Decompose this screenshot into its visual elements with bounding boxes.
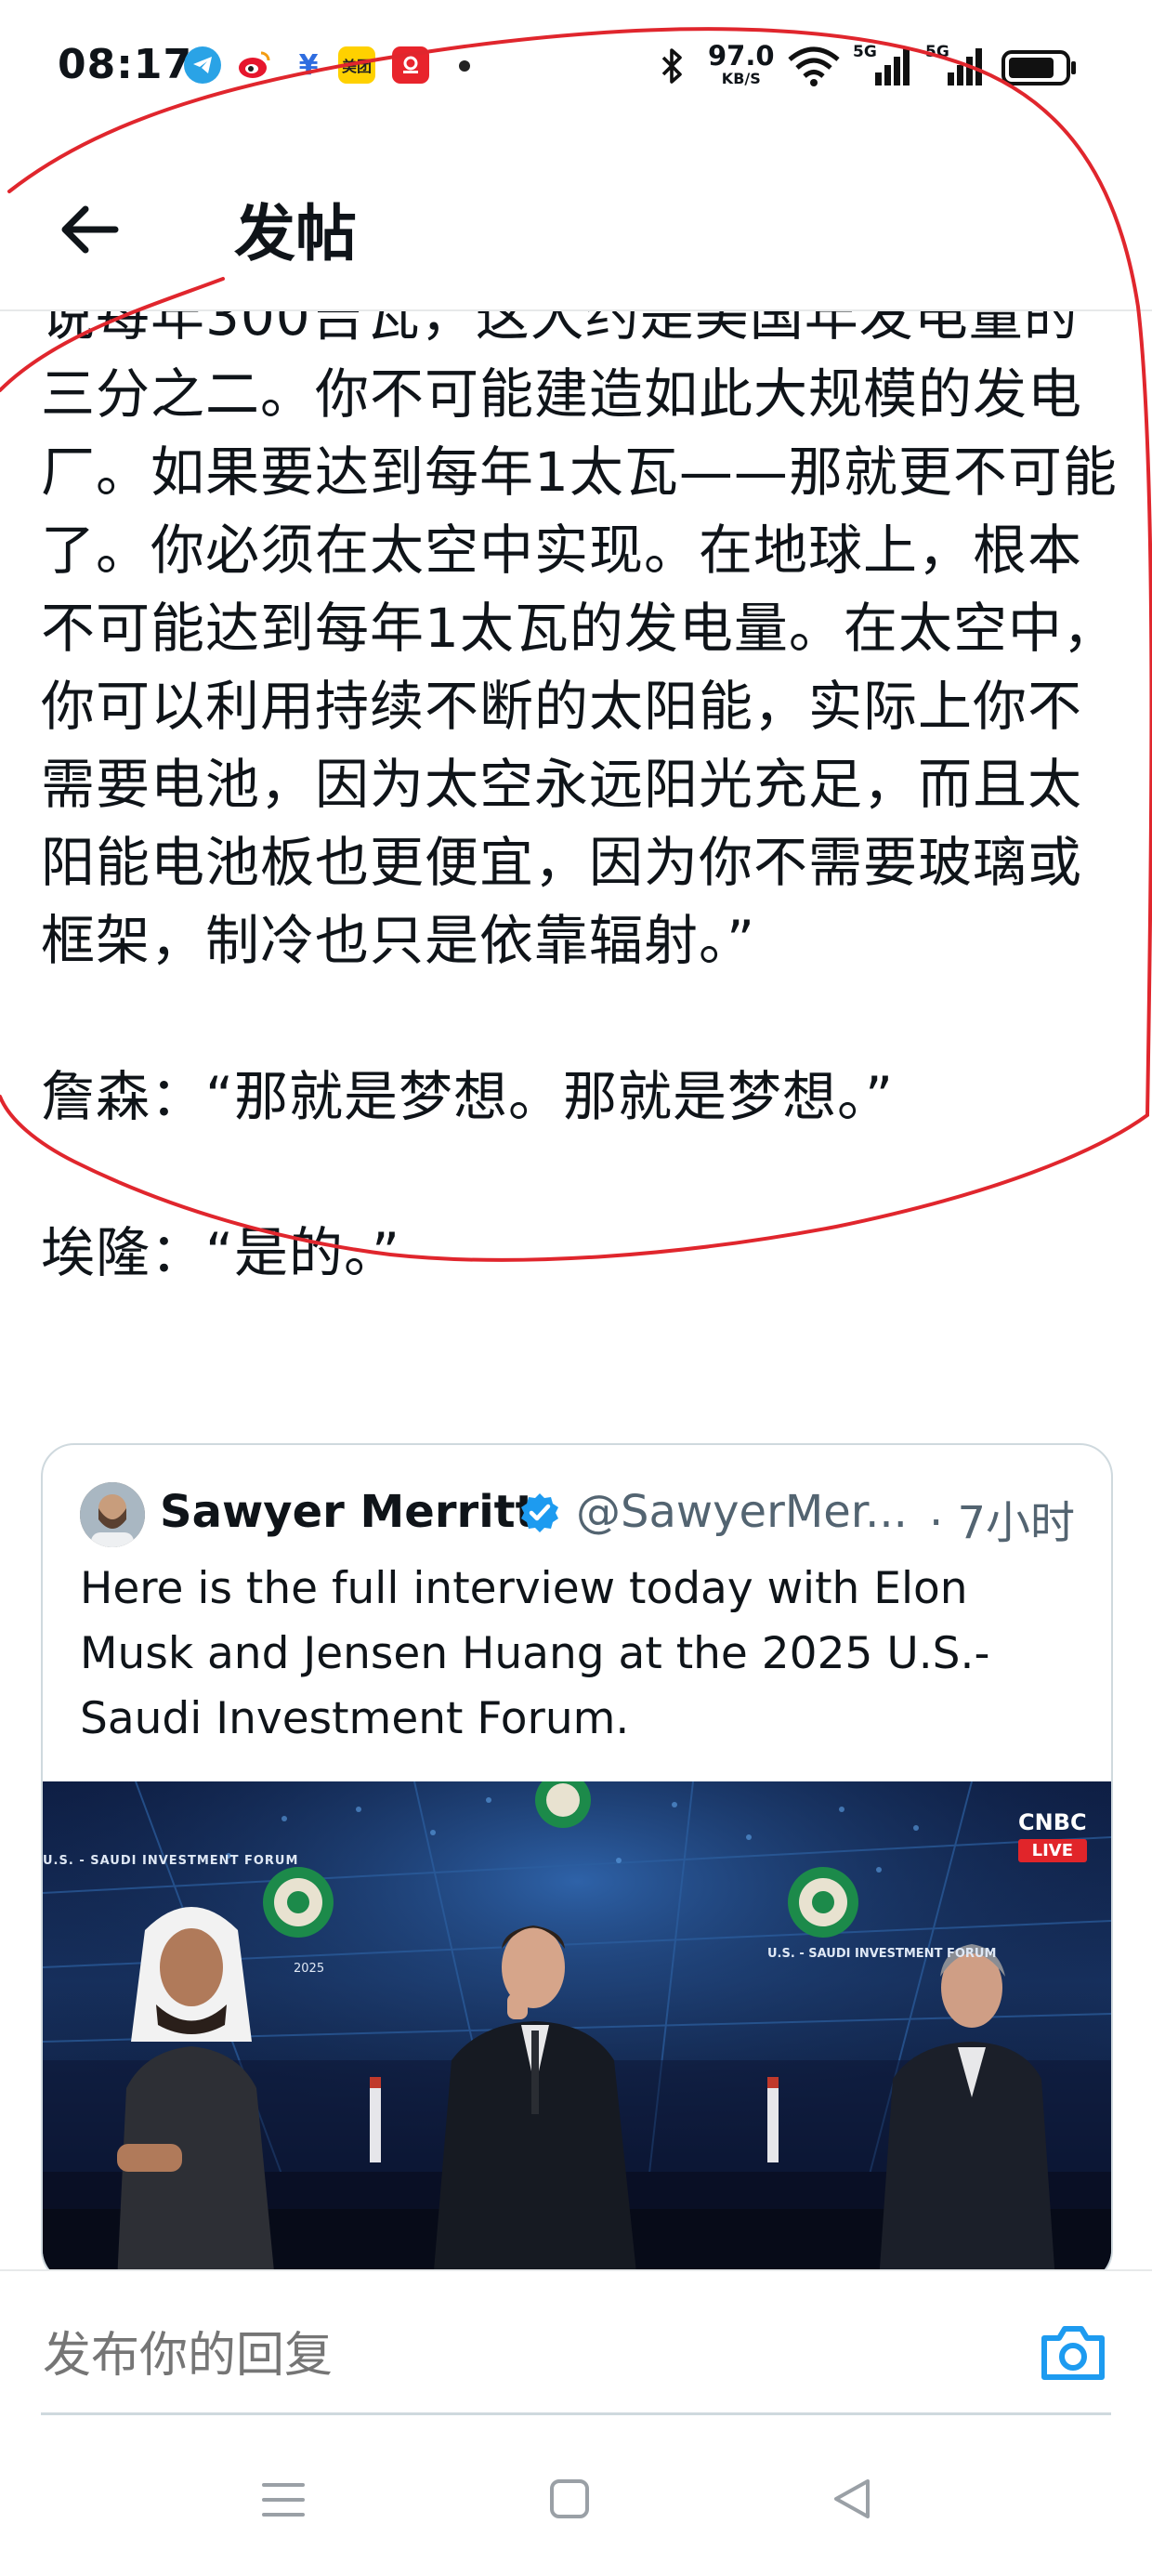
status-time: 08:17 [58,41,193,88]
tweet-paragraph-1: 说每年300吉瓦，这大约是美国年发电量的三分之二。你不可能建造如此大规模的发电厂… [41,284,1118,972]
quoted-tweet-text: Here is the full interview today with El… [80,1563,990,1744]
finance-icon: ¥ [290,46,327,84]
camera-button[interactable] [1039,2323,1107,2386]
header-divider [0,309,1152,311]
reply-input[interactable] [41,2327,974,2385]
weibo-icon [236,46,273,84]
wifi-icon [786,45,842,91]
page-title: 发帖 [234,198,357,269]
signal-1-icon: 5G [853,43,914,87]
back-nav-button[interactable] [831,2476,873,2526]
camera-icon [1041,2326,1105,2380]
quoted-tweet-card[interactable]: Sawyer Merritt @SawyerMer... · 7小时 Here … [41,1443,1113,2283]
quoted-author-name[interactable]: Sawyer Merritt [160,1486,537,1538]
back-button[interactable] [48,188,132,271]
home-button[interactable] [548,2477,591,2524]
media-banner-left: U.S. - SAUDI INVESTMENT FORUM [43,1854,299,1868]
live-badge: LIVE [1018,1839,1087,1862]
quoted-timestamp: · 7小时 [929,1497,1076,1549]
network-speed: 97.0 KB/S [708,40,775,87]
verified-badge-icon [518,1492,561,1538]
menu-icon [262,2483,305,2517]
system-nav-bar [0,2420,1152,2576]
menu-button[interactable] [260,2479,307,2524]
home-square-icon [550,2479,589,2518]
media-banner-right: U.S. - SAUDI INVESTMENT FORUM [767,1947,997,1961]
bluetooth-icon [658,46,686,89]
securities-icon [392,46,429,84]
reply-underline [41,2412,1111,2415]
telegram-icon [184,46,221,84]
tweet-paragraph-3: 埃隆：“是的。” [41,1221,401,1284]
media-year-left: 2025 [294,1962,325,1976]
cnbc-logo: CNBC LIVE [1018,1809,1087,1862]
tweet-paragraph-2: 詹森：“那就是梦想。那就是梦想。” [41,1065,895,1128]
status-bar: 08:17 ¥ 美团 97.0 KB/S 5G 5G [0,0,1152,139]
tweet-text: 说每年300吉瓦，这大约是美国年发电量的三分之二。你不可能建造如此大规模的发电厂… [41,277,1119,1292]
back-triangle-icon [834,2479,870,2518]
cnbc-logo-text: CNBC [1018,1809,1087,1835]
meituan-icon: 美团 [338,46,375,84]
dot-icon [459,60,470,72]
battery-icon [1001,50,1078,89]
reply-bar [0,2271,1152,2420]
signal-2-icon: 5G [925,43,987,87]
arrow-left-icon [61,205,119,254]
avatar[interactable] [80,1482,145,1547]
top-app-bar: 发帖 [0,139,1152,311]
quoted-author-handle[interactable]: @SawyerMer... [576,1486,908,1538]
quoted-video-thumbnail[interactable]: U.S. - SAUDI INVESTMENT FORUM U.S. - SAU… [43,1781,1111,2281]
